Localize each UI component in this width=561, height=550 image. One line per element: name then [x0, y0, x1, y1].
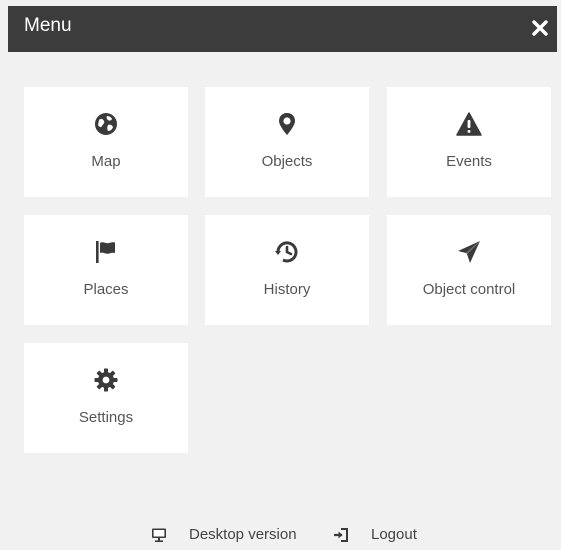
tile-label: Object control [422, 281, 516, 298]
tile-label: Objects [261, 153, 313, 170]
menu-header: Menu [8, 6, 557, 52]
tile-settings[interactable]: Settings [24, 343, 188, 453]
close-icon [532, 20, 548, 36]
menu-footer: Desktop version Logout [0, 524, 561, 546]
tile-label: Events [446, 153, 492, 170]
tile-label: Places [83, 281, 129, 298]
tile-objects[interactable]: Objects [205, 87, 369, 197]
globe-icon [93, 111, 119, 137]
paper-plane-icon [456, 239, 482, 265]
tile-events[interactable]: Events [387, 87, 551, 197]
close-button[interactable] [529, 17, 551, 39]
sign-out-icon [333, 527, 349, 543]
monitor-icon [151, 527, 167, 543]
logout-label: Logout [371, 526, 417, 543]
tile-places[interactable]: Places [24, 215, 188, 325]
menu-title: Menu [24, 15, 72, 36]
tile-label: Settings [78, 409, 134, 426]
tile-label: History [263, 281, 311, 298]
tile-map[interactable]: Map [24, 87, 188, 197]
history-icon [274, 239, 300, 265]
desktop-version-label: Desktop version [189, 526, 297, 543]
tile-object-control[interactable]: Object control [387, 215, 551, 325]
gear-icon [93, 367, 119, 393]
flag-icon [93, 239, 119, 265]
tile-history[interactable]: History [205, 215, 369, 325]
warning-icon [456, 111, 482, 137]
map-marker-icon [274, 111, 300, 137]
tile-label: Map [91, 153, 121, 170]
